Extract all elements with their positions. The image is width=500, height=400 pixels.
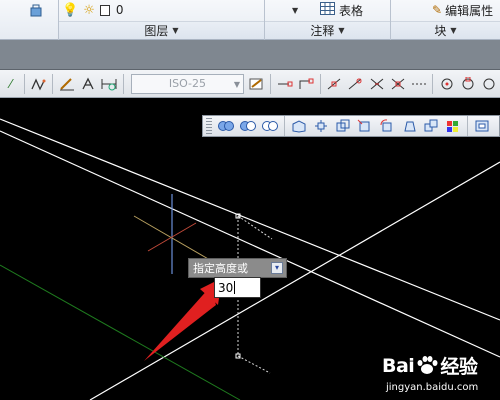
sun-icon: ☼: [83, 2, 95, 18]
dimension-style-value: ISO-25: [168, 77, 207, 90]
watermark-brand-left: Bai: [382, 354, 415, 377]
union-icon[interactable]: [215, 117, 237, 135]
offset-face-icon[interactable]: [332, 117, 354, 135]
chevron-down-icon: ▼: [292, 5, 299, 15]
watermark-brand-right: 经验: [440, 356, 478, 378]
autocad-window: 💡 ☼ 0 ▼ 表格 ✎ 编辑属性 图层 ▼ 注释 ▼ 块 ▼ ⁄ ISO-25…: [0, 0, 500, 400]
color-face-icon[interactable]: [442, 117, 464, 135]
dim-edit-icon[interactable]: [57, 74, 76, 94]
snap-quadrant-icon[interactable]: [459, 74, 478, 94]
height-input[interactable]: 30: [214, 277, 261, 298]
toolbar-separator: [52, 73, 54, 94]
dim-linear-icon[interactable]: ⁄: [1, 74, 20, 94]
layer-combo[interactable]: 💡 ☼ 0: [62, 0, 262, 20]
table-label: 表格: [339, 3, 364, 18]
table-button[interactable]: 表格: [320, 0, 390, 20]
toolbar-separator: [284, 116, 285, 136]
taper-face-icon[interactable]: [398, 117, 420, 135]
snap-apparent-icon[interactable]: [388, 74, 407, 94]
copy-face-icon[interactable]: [420, 117, 442, 135]
edit-attribute-button[interactable]: ✎ 编辑属性: [432, 0, 500, 20]
baidu-jingyan-watermark: Bai 经验 jingyan.baidu.com: [382, 352, 500, 400]
dimension-toolbar: ⁄ ISO-25 ▼: [0, 70, 500, 98]
edit-attribute-label: 编辑属性: [445, 3, 494, 18]
file-tab-bar: [0, 40, 500, 70]
watermark-url: jingyan.baidu.com: [386, 382, 479, 393]
layer-value: 0: [115, 3, 124, 17]
snap-cross-icon[interactable]: [367, 74, 386, 94]
block-panel-title[interactable]: 块 ▼: [391, 21, 500, 39]
dimension-style-select[interactable]: ISO-25 ▼: [130, 73, 245, 94]
snap-extension-icon[interactable]: [409, 74, 428, 94]
intersect-icon[interactable]: [259, 117, 281, 135]
toolbar-separator: [467, 116, 468, 136]
text-caret: [234, 281, 236, 294]
snap-tangent-icon[interactable]: [480, 74, 499, 94]
block-panel-label: 块: [434, 24, 447, 38]
snap-center-icon[interactable]: [437, 74, 456, 94]
lock-icon: [99, 4, 110, 16]
height-input-value: 30: [218, 280, 234, 295]
shell-icon[interactable]: [471, 117, 493, 135]
watermark-brand: Bai 经验: [382, 352, 478, 379]
snap-endpoint-icon[interactable]: [275, 74, 294, 94]
dim-update-icon[interactable]: [100, 74, 119, 94]
move-face-icon[interactable]: [310, 117, 332, 135]
lightbulb-icon: 💡: [62, 2, 79, 18]
dynamic-prompt-label: 指定高度或 ▾: [188, 258, 287, 278]
toolbar-separator: [432, 73, 434, 94]
delete-face-icon[interactable]: [354, 117, 376, 135]
toolbar-grip[interactable]: [206, 118, 212, 134]
dim-text-edit-icon[interactable]: [78, 74, 97, 94]
chevron-down-icon: ▼: [338, 26, 345, 35]
toolbar-separator: [122, 73, 124, 94]
annotation-dropdown[interactable]: ▼: [288, 0, 308, 20]
subtract-icon[interactable]: [237, 117, 259, 135]
snap-midpoint-icon[interactable]: [325, 74, 344, 94]
chevron-down-icon: ▼: [172, 26, 179, 35]
extrude-face-icon[interactable]: [288, 117, 310, 135]
chevron-down-icon: ▼: [450, 26, 457, 35]
prompt-text: 指定高度或: [193, 262, 248, 275]
ribbon: 💡 ☼ 0 ▼ 表格 ✎ 编辑属性 图层 ▼ 注释 ▼ 块 ▼: [0, 0, 500, 40]
paw-icon: [417, 355, 438, 374]
toolbar-separator: [270, 73, 272, 94]
modeling-toolbar: [202, 115, 500, 137]
options-down-icon[interactable]: ▾: [271, 262, 283, 274]
toolbar-separator: [24, 73, 26, 94]
dim-angular-icon[interactable]: [29, 74, 48, 94]
toolbar-separator: [319, 73, 321, 94]
ribbon-left-tools: [0, 0, 58, 20]
annotation-panel-title[interactable]: 注释 ▼: [265, 21, 390, 39]
snap-from-icon[interactable]: [296, 74, 315, 94]
layer-panel-label: 图层: [144, 24, 169, 38]
snap-intersection-icon[interactable]: [346, 74, 365, 94]
layer-panel-title[interactable]: 图层 ▼: [59, 21, 264, 39]
layer-state-icon[interactable]: [26, 0, 46, 20]
dimstyle-manager-icon[interactable]: [247, 74, 266, 94]
edit-attribute-icon: ✎: [432, 3, 443, 17]
annotation-panel-label: 注释: [310, 24, 335, 38]
chevron-down-icon: ▼: [233, 79, 241, 89]
rotate-face-icon[interactable]: [376, 117, 398, 135]
table-icon: [320, 2, 335, 18]
